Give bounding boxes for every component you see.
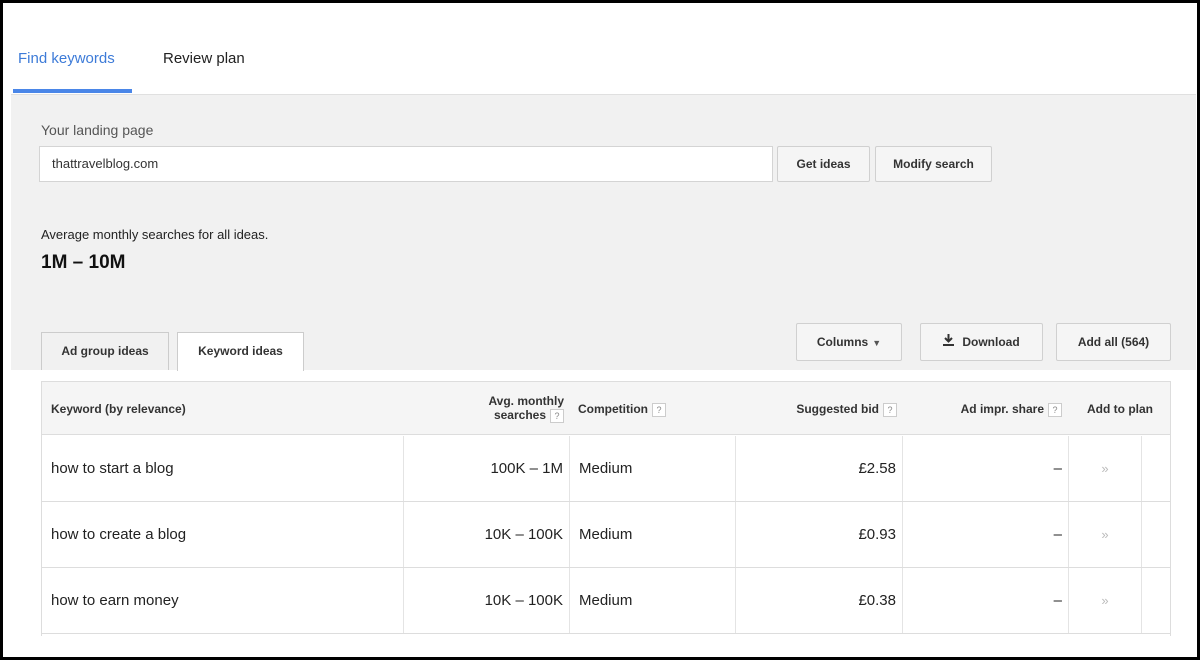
avg-searches-cell: 10K – 100K [403,568,563,633]
double-chevron-right-icon[interactable]: » [1068,436,1142,501]
ad-impr-share-cell: – [902,436,1062,501]
help-icon[interactable]: ? [550,408,564,423]
double-chevron-right-icon[interactable]: » [1068,568,1142,633]
competition-cell: Medium [569,568,734,633]
tab-find-keywords[interactable]: Find keywords [18,50,115,67]
header-ad-impr-share[interactable]: Ad impr. share? [912,402,1062,417]
header-keyword[interactable]: Keyword (by relevance) [51,402,186,416]
top-tab-bar: Find keywords Review plan [11,9,1196,95]
landing-page-input[interactable]: thattravelblog.com [39,146,773,182]
search-panel: Your landing page thattravelblog.com Get… [11,95,1196,371]
header-competition[interactable]: Competition? [578,402,666,417]
download-button[interactable]: Download [920,323,1043,361]
download-label: Download [962,335,1020,349]
avg-searches-label: Average monthly searches for all ideas. [41,227,269,242]
chevron-down-icon: ▼ [872,338,882,348]
table-row[interactable]: how to create a blog 10K – 100K Medium £… [42,502,1170,568]
double-chevron-right-icon[interactable]: » [1068,502,1142,567]
header-suggested-bid[interactable]: Suggested bid? [742,402,897,417]
tab-review-plan[interactable]: Review plan [163,50,245,67]
ad-impr-share-cell: – [902,568,1062,633]
add-all-button[interactable]: Add all (564) [1056,323,1171,361]
help-icon[interactable]: ? [883,402,897,417]
keyword-cell: how to earn money [51,592,179,609]
suggested-bid-cell: £0.93 [735,502,896,567]
table-header: Keyword (by relevance) Avg. monthly sear… [42,382,1170,435]
screenshot-frame: Find keywords Review plan Your landing p… [0,0,1200,660]
suggested-bid-cell: £2.58 [735,436,896,501]
tab-ad-group-ideas[interactable]: Ad group ideas [41,332,169,370]
download-icon [943,324,955,360]
competition-cell: Medium [569,502,734,567]
table-row[interactable]: how to earn money 10K – 100K Medium £0.3… [42,568,1170,634]
tab-keyword-ideas[interactable]: Keyword ideas [177,332,304,371]
header-suggested-bid-label: Suggested bid [796,402,879,416]
help-icon[interactable]: ? [1048,402,1062,417]
header-avg-monthly-searches[interactable]: Avg. monthly searches? [452,394,564,423]
keyword-ideas-table: Keyword (by relevance) Avg. monthly sear… [41,381,1171,636]
landing-page-label: Your landing page [41,122,154,138]
suggested-bid-cell: £0.38 [735,568,896,633]
avg-searches-cell: 100K – 1M [403,436,563,501]
competition-cell: Medium [569,436,734,501]
modify-search-button[interactable]: Modify search [875,146,992,182]
avg-searches-value: 1M – 10M [41,252,126,273]
table-row[interactable]: how to start a blog 100K – 1M Medium £2.… [42,436,1170,502]
help-icon[interactable]: ? [652,402,666,417]
columns-label: Columns [816,335,869,349]
ad-impr-share-cell: – [902,502,1062,567]
header-ad-impr-share-label: Ad impr. share [960,402,1044,416]
keyword-cell: how to start a blog [51,460,174,477]
header-competition-label: Competition [578,402,648,416]
header-add-to-plan: Add to plan [1087,402,1153,416]
header-avg-line2: searches [493,408,546,422]
header-avg-line1: Avg. monthly [488,394,564,408]
get-ideas-button[interactable]: Get ideas [777,146,870,182]
columns-button[interactable]: Columns ▼ [796,323,902,361]
keyword-cell: how to create a blog [51,526,187,543]
avg-searches-cell: 10K – 100K [403,502,563,567]
active-tab-indicator [13,89,132,93]
